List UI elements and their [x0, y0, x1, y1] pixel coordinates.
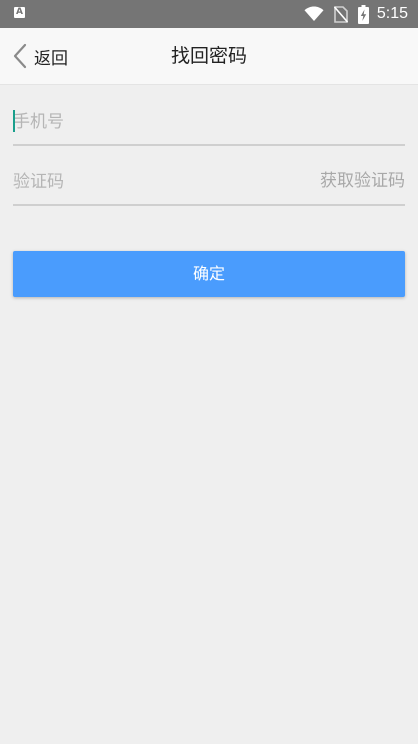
back-label: 返回: [34, 48, 68, 69]
app-bar: 返回 找回密码: [0, 28, 418, 85]
wifi-icon: [304, 6, 324, 21]
back-button[interactable]: 返回: [12, 28, 68, 84]
status-icons: 5:15: [304, 0, 408, 28]
app-notification-icon: A: [14, 7, 25, 18]
get-code-button[interactable]: 获取验证码: [320, 160, 405, 204]
chevron-left-icon: [13, 43, 27, 69]
no-sim-icon: [333, 5, 348, 23]
status-bar: A 5:15: [0, 0, 418, 28]
confirm-button[interactable]: 确定: [13, 251, 405, 297]
battery-charging-icon: [357, 4, 369, 24]
status-time: 5:15: [376, 5, 408, 22]
phone-input[interactable]: [13, 100, 405, 144]
phone-field: [13, 100, 405, 146]
verification-code-input[interactable]: [13, 160, 303, 204]
verification-code-field: 获取验证码: [13, 160, 405, 206]
text-cursor: [13, 110, 15, 132]
